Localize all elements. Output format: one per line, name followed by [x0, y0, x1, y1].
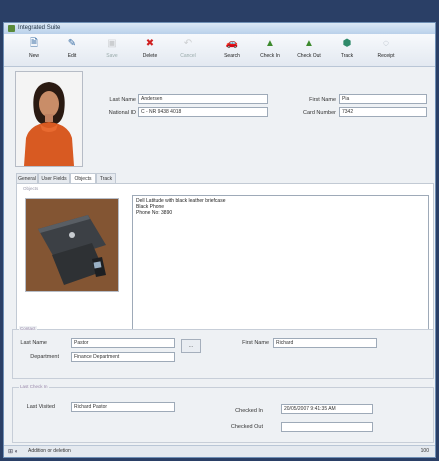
- first-name-field[interactable]: Pia: [339, 94, 427, 104]
- edit-button[interactable]: ✎ Edit: [54, 36, 90, 64]
- toolbar-button-label: Save: [106, 53, 118, 59]
- toolbar: 🗎 New ✎ Edit ▣ Save ✖ Delete ↶ Cancel 🚗 Search ▲ Chec…: [4, 34, 435, 67]
- tab-objects[interactable]: Objects: [70, 173, 96, 183]
- window-title: Integrated Suite: [18, 25, 61, 31]
- track-icon: ⬢: [342, 38, 352, 49]
- tab-track[interactable]: Track: [96, 173, 116, 183]
- contact-group: Contact Last Name Pastor ... Department …: [12, 326, 434, 379]
- contact-first-name-label: First Name: [242, 340, 269, 346]
- search-button[interactable]: 🚗 Search: [214, 36, 250, 64]
- app-window: Integrated Suite 🗎 New ✎ Edit ▣ Save ✖ Delete ↶ C…: [3, 22, 436, 458]
- status-text: Addition or deletion: [28, 448, 71, 454]
- search-icon: 🚗: [225, 38, 239, 49]
- tab-user-fields[interactable]: User Fields: [38, 173, 70, 183]
- toolbar-button-label: New: [28, 53, 39, 59]
- toolbar-button-label: Edit: [67, 53, 77, 59]
- edit-icon: ✎: [67, 38, 77, 49]
- contact-group-caption: Contact: [19, 326, 37, 331]
- cancel-button[interactable]: ↶ Cancel: [170, 36, 206, 64]
- first-name-label: First Name: [309, 97, 336, 103]
- last-visited-field[interactable]: Richard Pastor: [71, 402, 175, 412]
- check-in-button[interactable]: ▲ Check In: [252, 36, 288, 64]
- status-right: 100: [420, 448, 429, 454]
- contact-last-name-label: Last Name: [20, 340, 47, 346]
- checked-out-label: Checked Out: [230, 424, 263, 430]
- contact-first-name-field[interactable]: Richard: [273, 338, 377, 348]
- description-line: Phone No: 3890: [136, 210, 173, 216]
- toolbar-button-label: Cancel: [180, 53, 196, 59]
- object-photo: [25, 198, 119, 292]
- department-field[interactable]: Finance Department: [71, 352, 175, 362]
- checked-out-field[interactable]: [281, 422, 373, 432]
- toolbar-button-label: Check Out: [297, 53, 321, 59]
- toolbar-button-label: Delete: [142, 53, 158, 59]
- card-number-field[interactable]: 7342: [339, 107, 427, 117]
- receipt-icon: ◌: [383, 38, 389, 49]
- check-in-icon: ▲: [265, 38, 275, 49]
- person-photo: [15, 71, 83, 167]
- toolbar-button-label: Track: [340, 53, 354, 59]
- receipt-button[interactable]: ◌ Receipt: [368, 36, 404, 64]
- national-id-field[interactable]: C - NR 9438 4018: [138, 107, 268, 117]
- track-button[interactable]: ⬢ Track: [329, 36, 365, 64]
- status-icons: ⊞ ◐: [8, 449, 19, 455]
- save-icon: ▣: [107, 38, 117, 49]
- cancel-icon: ↶: [183, 38, 193, 49]
- new-icon: 🗎: [29, 38, 39, 49]
- card-number-label: Card Number: [302, 110, 336, 116]
- tab-general[interactable]: General: [16, 173, 38, 183]
- last-name-label: Last Name: [109, 97, 136, 103]
- objects-tab-panel: Objects Dell Latitude with black leather…: [16, 183, 434, 341]
- status-bar: ⊞ ◐ Addition or deletion 100: [4, 445, 435, 457]
- toolbar-button-label: Receipt: [377, 53, 395, 59]
- national-id-label: National ID: [108, 110, 136, 116]
- app-icon: [8, 25, 15, 32]
- last-name-field[interactable]: Andersen: [138, 94, 268, 104]
- save-button[interactable]: ▣ Save: [94, 36, 130, 64]
- department-label: Department: [30, 354, 59, 360]
- last-check-group: Last Check In Last Visited Richard Pasto…: [12, 384, 434, 443]
- delete-icon: ✖: [145, 38, 155, 49]
- checked-in-field[interactable]: 20/05/2007 9:41:35 AM: [281, 404, 373, 414]
- delete-button[interactable]: ✖ Delete: [132, 36, 168, 64]
- objects-group-caption: Objects: [23, 186, 39, 191]
- toolbar-button-label: Search: [224, 53, 240, 59]
- check-out-icon: ▲: [304, 38, 314, 49]
- checked-in-label: Checked In: [235, 408, 263, 414]
- last-check-group-caption: Last Check In: [19, 384, 49, 389]
- check-out-button[interactable]: ▲ Check Out: [291, 36, 327, 64]
- browse-button[interactable]: ...: [181, 339, 201, 353]
- object-description-area[interactable]: Dell Latitude with black leather briefca…: [132, 195, 429, 335]
- toolbar-button-label: Check In: [260, 53, 280, 59]
- last-visited-label: Last Visited: [26, 404, 55, 410]
- contact-last-name-field[interactable]: Pastor: [71, 338, 175, 348]
- new-button[interactable]: 🗎 New: [16, 36, 52, 64]
